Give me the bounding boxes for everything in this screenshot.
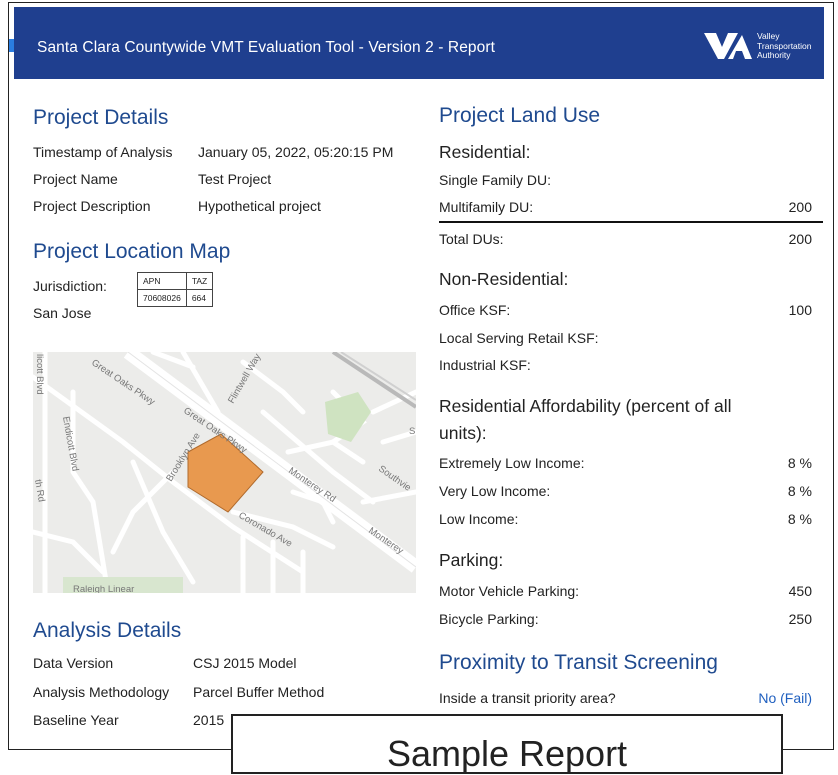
single-family-label: Single Family DU:: [439, 172, 552, 188]
office-ksf-value: 100: [788, 302, 812, 318]
total-dus-value: 200: [788, 231, 812, 247]
map-label: licott Blvd: [34, 354, 45, 395]
table-row: 70608026 664: [137, 289, 214, 307]
logo-text: Valley Transportation Authority: [757, 31, 812, 60]
bicycle-parking-value: 250: [788, 611, 812, 627]
map-label: Raleigh Linear: [73, 584, 134, 593]
low-income-label: Low Income:: [439, 511, 519, 527]
extremely-low-income-value: 8 %: [787, 455, 812, 471]
total-divider: [439, 221, 823, 223]
transit-screening-heading: Proximity to Transit Screening: [439, 651, 718, 674]
affordability-heading-cont: units):: [439, 423, 487, 443]
map-label: Si: [409, 426, 416, 437]
location-map-heading: Project Location Map: [33, 240, 231, 263]
project-details-heading: Project Details: [33, 106, 169, 129]
residential-heading: Residential:: [439, 142, 531, 162]
baseline-year-label: Baseline Year: [33, 712, 119, 728]
sample-report-overlay: Sample Report: [231, 714, 783, 774]
project-name-label: Project Name: [33, 171, 118, 187]
baseline-year-value: 2015: [193, 712, 225, 728]
bicycle-parking-label: Bicycle Parking:: [439, 611, 539, 627]
timestamp-label: Timestamp of Analysis: [33, 144, 173, 160]
project-description-value: Hypothetical project: [198, 198, 321, 214]
low-income-value: 8 %: [787, 511, 812, 527]
apn-header: APN: [137, 272, 187, 290]
affordability-heading: Residential Affordability (percent of al…: [439, 396, 732, 416]
motor-vehicle-parking-label: Motor Vehicle Parking:: [439, 583, 580, 599]
project-description-label: Project Description: [33, 198, 151, 214]
table-row: APN TAZ: [137, 272, 214, 290]
analysis-methodology-label: Analysis Methodology: [33, 684, 170, 700]
analysis-methodology-value: Parcel Buffer Method: [193, 684, 325, 700]
data-version-value: CSJ 2015 Model: [193, 655, 297, 671]
jurisdiction-label: Jurisdiction:: [33, 278, 107, 294]
retail-ksf-label: Local Serving Retail KSF:: [439, 330, 599, 346]
very-low-income-value: 8 %: [787, 483, 812, 499]
extremely-low-income-label: Extremely Low Income:: [439, 455, 585, 471]
office-ksf-label: Office KSF:: [439, 302, 511, 318]
transit-priority-value: No (Fail): [758, 690, 812, 706]
project-land-use-heading: Project Land Use: [439, 104, 601, 127]
transit-priority-label: Inside a transit priority area?: [439, 690, 616, 706]
vta-logo-icon: Valley Transportation Authority: [702, 29, 818, 65]
location-map[interactable]: Great Oaks Pkwy Great Oaks Pkwy Flintwel…: [33, 352, 416, 593]
multifamily-value: 200: [788, 199, 812, 215]
taz-header: TAZ: [185, 272, 214, 290]
non-residential-heading: Non-Residential:: [439, 269, 569, 289]
report-title: Santa Clara Countywide VMT Evaluation To…: [37, 39, 496, 56]
project-name-value: Test Project: [198, 171, 272, 187]
analysis-details-heading: Analysis Details: [33, 619, 182, 642]
motor-vehicle-parking-value: 450: [788, 583, 812, 599]
total-dus-label: Total DUs:: [439, 231, 504, 247]
taz-value: 664: [185, 289, 214, 307]
report-header: Santa Clara Countywide VMT Evaluation To…: [14, 7, 824, 79]
multifamily-label: Multifamily DU:: [439, 199, 534, 215]
industrial-ksf-label: Industrial KSF:: [439, 357, 531, 373]
parking-heading: Parking:: [439, 550, 504, 570]
parcel-table: APN TAZ 70608026 664: [137, 272, 214, 307]
data-version-label: Data Version: [33, 655, 114, 671]
very-low-income-label: Very Low Income:: [439, 483, 551, 499]
timestamp-value: January 05, 2022, 05:20:15 PM: [198, 144, 394, 160]
jurisdiction-value: San Jose: [33, 305, 92, 321]
apn-value: 70608026: [137, 289, 187, 307]
